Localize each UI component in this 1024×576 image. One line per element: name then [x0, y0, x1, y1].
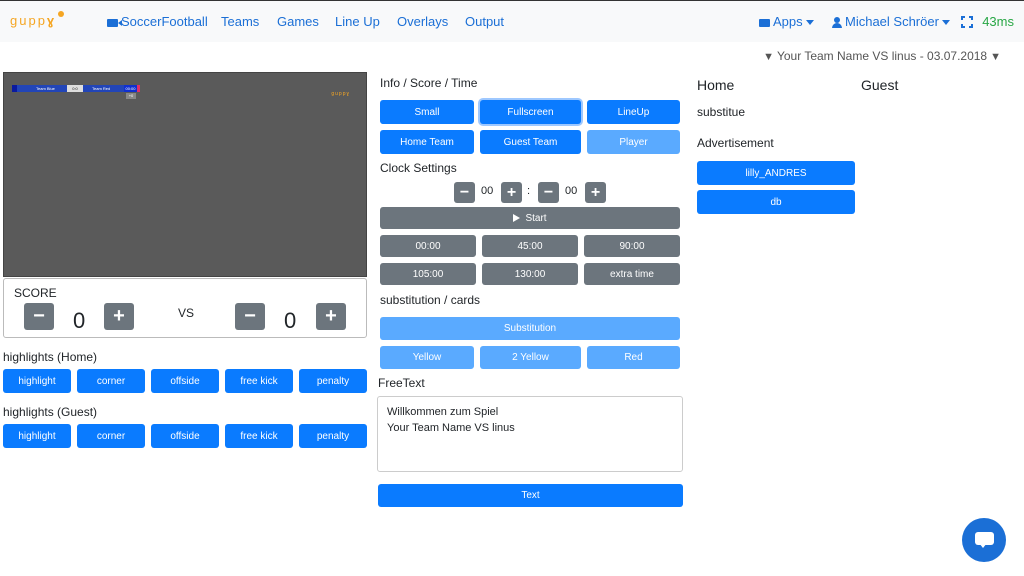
- output-preview: Team Blue 0:0 Team Red 00:00 +0 guppɣ: [3, 72, 367, 277]
- guest-free-kick-button[interactable]: free kick: [225, 424, 293, 448]
- extra-time-button[interactable]: extra time: [584, 263, 680, 285]
- scorebug-home-team: Team Blue: [36, 86, 55, 91]
- apps-dropdown[interactable]: Apps: [759, 14, 814, 29]
- guest-penalty-button[interactable]: penalty: [299, 424, 367, 448]
- clock-settings-label: Clock Settings: [380, 161, 457, 175]
- chevron-down-icon: ▼: [990, 51, 1001, 63]
- score-label: SCORE: [14, 286, 57, 300]
- navbar: guppɣ SoccerFootball Teams Games Line Up…: [0, 0, 1024, 42]
- home-team-button[interactable]: Home Team: [380, 130, 474, 154]
- nav-line-up[interactable]: Line Up: [335, 14, 380, 29]
- small-button[interactable]: Small: [380, 100, 474, 124]
- fullscreen-icon[interactable]: [961, 16, 973, 28]
- fullscreen-button[interactable]: Fullscreen: [480, 100, 581, 124]
- nav-games[interactable]: Games: [277, 14, 319, 29]
- guest-column-heading: Guest: [861, 77, 899, 93]
- seconds-value: 00: [565, 185, 578, 197]
- play-icon: [513, 214, 521, 222]
- monitor-icon: [759, 18, 770, 27]
- guest-corner-button[interactable]: corner: [77, 424, 145, 448]
- minutes-value: 00: [481, 185, 494, 197]
- time-separator: :: [527, 185, 531, 197]
- nav-overlays[interactable]: Overlays: [397, 14, 448, 29]
- seconds-minus-button[interactable]: −: [538, 182, 559, 203]
- freetext-textarea[interactable]: Willkommen zum Spiel Your Team Name VS l…: [377, 396, 683, 472]
- info-score-time-label: Info / Score / Time: [380, 76, 478, 90]
- ad-lilly-andres-button[interactable]: lilly_ANDRES: [697, 161, 855, 185]
- guest-offside-button[interactable]: offside: [151, 424, 219, 448]
- preset-90-00-button[interactable]: 90:00: [584, 235, 680, 257]
- chat-button[interactable]: [962, 518, 1006, 562]
- two-yellow-card-button[interactable]: 2 Yellow: [480, 346, 581, 369]
- caret-down-icon: [941, 20, 950, 26]
- scorebug-tag: +0: [126, 93, 136, 99]
- preset-130-00-button[interactable]: 130:00: [482, 263, 578, 285]
- user-icon: [832, 17, 842, 29]
- advertisement-label: Advertisement: [697, 136, 774, 150]
- video-camera-icon: [107, 18, 122, 27]
- caret-down-icon: [805, 20, 814, 26]
- preset-45-00-button[interactable]: 45:00: [482, 235, 578, 257]
- player-button[interactable]: Player: [587, 130, 680, 154]
- start-clock-button[interactable]: Start: [380, 207, 680, 229]
- substitution-button[interactable]: Substitution: [380, 317, 680, 340]
- nav-output[interactable]: Output: [465, 14, 504, 29]
- chevron-down-icon: ▼: [763, 51, 774, 63]
- logo[interactable]: guppɣ: [10, 11, 65, 28]
- score-panel: SCORE − 0 + VS − 0 +: [3, 278, 367, 338]
- minutes-plus-button[interactable]: +: [501, 182, 522, 203]
- latency-indicator: 43ms: [982, 14, 1014, 29]
- preview-logo: guppɣ: [331, 91, 350, 97]
- scorebug-score: 0:0: [67, 85, 83, 92]
- home-highlight-button[interactable]: highlight: [3, 369, 71, 393]
- game-selector[interactable]: ▼ Your Team Name VS linus - 03.07.2018 ▼: [760, 49, 1004, 63]
- guest-score-plus-button[interactable]: +: [316, 303, 346, 330]
- preset-105-00-button[interactable]: 105:00: [380, 263, 476, 285]
- user-dropdown[interactable]: Michael Schröer: [832, 14, 950, 29]
- scorebug-time: 00:00: [124, 85, 140, 92]
- substitue-label: substitue: [697, 105, 746, 119]
- substitution-cards-label: substitution / cards: [380, 293, 481, 307]
- guest-score-minus-button[interactable]: −: [235, 303, 265, 330]
- text-button[interactable]: Text: [378, 484, 683, 507]
- guest-team-button[interactable]: Guest Team: [480, 130, 581, 154]
- home-score-value: 0: [73, 308, 86, 333]
- home-score-minus-button[interactable]: −: [24, 303, 54, 330]
- highlights-guest-label: highlights (Guest): [3, 405, 98, 419]
- home-corner-button[interactable]: corner: [77, 369, 145, 393]
- preset-00-00-button[interactable]: 00:00: [380, 235, 476, 257]
- vs-label: VS: [178, 306, 195, 320]
- yellow-card-button[interactable]: Yellow: [380, 346, 474, 369]
- guest-score-value: 0: [284, 308, 297, 333]
- nav-teams[interactable]: Teams: [221, 14, 259, 29]
- ad-db-button[interactable]: db: [697, 190, 855, 214]
- nav-soccerfootball[interactable]: SoccerFootball: [107, 14, 208, 29]
- home-offside-button[interactable]: offside: [151, 369, 219, 393]
- red-card-button[interactable]: Red: [587, 346, 680, 369]
- seconds-plus-button[interactable]: +: [585, 182, 606, 203]
- home-free-kick-button[interactable]: free kick: [225, 369, 293, 393]
- home-penalty-button[interactable]: penalty: [299, 369, 367, 393]
- scorebug-preview: Team Blue 0:0 Team Red 00:00 +0: [12, 85, 140, 99]
- guest-highlight-button[interactable]: highlight: [3, 424, 71, 448]
- freetext-label: FreeText: [378, 376, 425, 390]
- home-score-plus-button[interactable]: +: [104, 303, 134, 330]
- highlights-home-label: highlights (Home): [3, 350, 98, 364]
- minutes-minus-button[interactable]: −: [454, 182, 475, 203]
- scorebug-guest-team: Team Red: [92, 86, 111, 91]
- lineup-button[interactable]: LineUp: [587, 100, 680, 124]
- home-column-heading: Home: [697, 77, 735, 93]
